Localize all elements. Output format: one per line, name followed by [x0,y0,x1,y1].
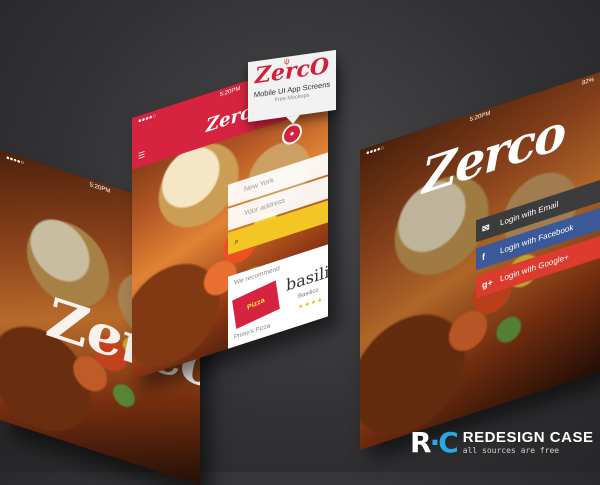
facebook-icon: f [482,251,485,263]
mockup-stage: ●●●●○ 5:20PM 82% Zerco ●●●●○ 5:20PM 82% … [0,0,600,485]
fork-icon: ψ [284,56,290,67]
footer-subtitle: all sources are free [462,446,560,455]
status-time: 5:20PM [219,85,241,99]
google-plus-icon: g+ [482,276,493,291]
search-icon: ⌕ [234,235,240,247]
envelope-icon: ✉ [482,221,490,235]
menu-icon[interactable]: ☰ [138,150,145,161]
rc-mark: R·C [410,426,459,459]
carrier-signal: ●●●●○ [6,154,25,167]
redesign-case-logo: R·C REDESIGN CASE all sources are free [410,428,593,458]
title-tag: ψ ZercO Mobile UI App Screens Free Mocku… [248,49,336,123]
carrier-signal: ●●●●○ [138,113,157,126]
login-screen: ●●●●○ 5:20PM 82% Zerco ✉ Login with Emai… [360,72,600,450]
footer-title: REDESIGN CASE [462,429,594,446]
battery-level: 82% [581,76,594,87]
